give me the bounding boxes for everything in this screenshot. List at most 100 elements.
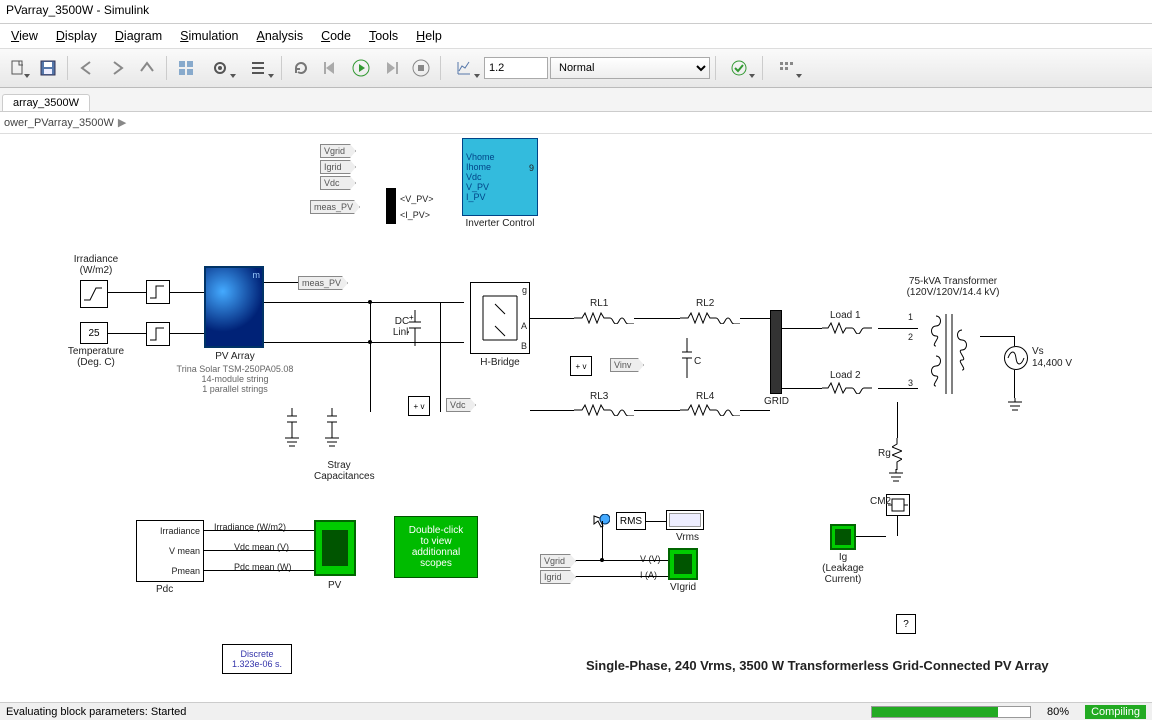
info-block[interactable]: Double-click to view additionnal scopes bbox=[394, 516, 478, 578]
fast-restart-button[interactable] bbox=[721, 54, 757, 82]
stop-icon bbox=[412, 59, 430, 77]
port-label: Ihome bbox=[466, 162, 491, 172]
help-block[interactable]: ? bbox=[896, 614, 916, 634]
progress-percent: 80% bbox=[1047, 706, 1069, 718]
rate-transition-block-1[interactable] bbox=[146, 280, 170, 304]
status-message: Evaluating block parameters: Started bbox=[6, 706, 186, 718]
goto-tag-meas-pv[interactable]: meas_PV bbox=[298, 276, 348, 290]
save-button[interactable] bbox=[34, 54, 62, 82]
forward-button[interactable] bbox=[103, 54, 131, 82]
progress-bar bbox=[871, 706, 1031, 718]
stop-time-input[interactable] bbox=[484, 57, 548, 79]
menu-analysis[interactable]: Analysis bbox=[248, 27, 313, 45]
menu-simulation[interactable]: Simulation bbox=[171, 27, 247, 45]
ig-scope-block[interactable] bbox=[830, 524, 856, 550]
menu-help[interactable]: Help bbox=[407, 27, 451, 45]
pv-scope-block[interactable] bbox=[314, 520, 356, 576]
block-label: RL4 bbox=[696, 391, 714, 402]
model-tab-bar: array_3500W bbox=[0, 88, 1152, 112]
step-forward-button[interactable] bbox=[377, 54, 405, 82]
transformer-block[interactable] bbox=[918, 310, 980, 398]
port-label: Irradiance bbox=[160, 526, 200, 536]
inverter-control-block[interactable]: Vhome Ihome Vdc V_PV I_PV 9 bbox=[462, 138, 538, 216]
irradiance-source-block[interactable] bbox=[80, 280, 108, 308]
port-label: Vdc bbox=[466, 172, 482, 182]
from-tag-vdc[interactable]: Vdc bbox=[320, 176, 356, 190]
temperature-constant-block[interactable]: 25 bbox=[80, 322, 108, 344]
back-button[interactable] bbox=[73, 54, 101, 82]
menu-tools[interactable]: Tools bbox=[360, 27, 407, 45]
sim-data-inspector-button[interactable] bbox=[446, 54, 482, 82]
rl1-block[interactable] bbox=[574, 312, 634, 324]
block-label: RL1 bbox=[590, 298, 608, 309]
simulink-canvas[interactable]: Vgrid Igrid Vdc meas_PV <V_PV> <I_PV> Vh… bbox=[0, 134, 1152, 702]
voltage-sensor-vinv[interactable]: + v bbox=[570, 356, 592, 376]
blocks-icon bbox=[177, 59, 195, 77]
build-button[interactable] bbox=[768, 54, 804, 82]
load1-block[interactable] bbox=[822, 322, 882, 334]
model-explorer-button[interactable] bbox=[240, 54, 276, 82]
menu-code[interactable]: Code bbox=[312, 27, 360, 45]
block-label: Vs bbox=[1032, 346, 1044, 357]
model-tab[interactable]: array_3500W bbox=[2, 94, 90, 111]
run-button[interactable] bbox=[347, 54, 375, 82]
c-block[interactable] bbox=[682, 338, 692, 378]
goto-tag-vdc[interactable]: Vdc bbox=[446, 398, 476, 412]
pdc-block[interactable]: Irradiance V mean Pmean bbox=[136, 520, 204, 582]
port-label: Vhome bbox=[466, 152, 495, 162]
rms-block[interactable]: RMS bbox=[616, 512, 646, 530]
from-tag-igrid[interactable]: Igrid bbox=[320, 160, 356, 174]
step-back-icon bbox=[322, 59, 340, 77]
breadcrumb-item[interactable]: ower_PVarray_3500W bbox=[4, 117, 114, 129]
ground-icon bbox=[886, 469, 906, 483]
rl2-block[interactable] bbox=[680, 312, 740, 324]
port-label: Pmean bbox=[171, 566, 200, 576]
ground-icon bbox=[282, 434, 302, 448]
capacitor-block[interactable] bbox=[327, 408, 337, 436]
block-label: RL3 bbox=[590, 391, 608, 402]
signal-label: <I_PV> bbox=[400, 210, 430, 220]
new-model-button[interactable] bbox=[4, 54, 32, 82]
block-label: 14,400 V bbox=[1032, 358, 1072, 369]
block-label: PV bbox=[328, 580, 341, 591]
up-button[interactable] bbox=[133, 54, 161, 82]
port-label: m bbox=[253, 270, 261, 280]
simulation-mode-select[interactable]: Normal bbox=[550, 57, 710, 79]
rg-block[interactable] bbox=[892, 438, 902, 470]
load2-block[interactable] bbox=[822, 382, 882, 394]
dc-link-cap[interactable]: + bbox=[409, 310, 421, 346]
pv-array-block[interactable]: m bbox=[204, 266, 264, 348]
bus-selector-block[interactable] bbox=[386, 188, 396, 224]
step-icon bbox=[148, 282, 168, 302]
rl3-block[interactable] bbox=[574, 404, 634, 416]
block-label: Temperature (Deg. C) bbox=[58, 346, 134, 368]
breadcrumb-bar: ower_PVarray_3500W ▶ bbox=[0, 112, 1152, 134]
powergui-block[interactable]: Discrete 1.323e-06 s. bbox=[222, 644, 292, 674]
goto-tag-vinv[interactable]: Vinv bbox=[610, 358, 644, 372]
from-tag-vgrid-2[interactable]: Vgrid bbox=[540, 554, 576, 568]
rl4-block[interactable] bbox=[680, 404, 740, 416]
model-config-button[interactable] bbox=[202, 54, 238, 82]
vs-source-block[interactable] bbox=[1004, 346, 1028, 370]
from-tag-vgrid[interactable]: Vgrid bbox=[320, 144, 356, 158]
menu-display[interactable]: Display bbox=[47, 27, 106, 45]
block-label: RL2 bbox=[696, 298, 714, 309]
update-diagram-button[interactable] bbox=[287, 54, 315, 82]
from-tag-meas-pv[interactable]: meas_PV bbox=[310, 200, 360, 214]
voltage-sensor-vdc[interactable]: + v bbox=[408, 396, 430, 416]
from-tag-igrid-2[interactable]: Igrid bbox=[540, 570, 576, 584]
arrow-left-icon bbox=[78, 59, 96, 77]
menu-diagram[interactable]: Diagram bbox=[106, 27, 171, 45]
port-label: I_PV bbox=[466, 192, 486, 202]
rate-transition-block-2[interactable] bbox=[146, 322, 170, 346]
block-label: Inverter Control bbox=[462, 218, 538, 229]
display-block[interactable] bbox=[666, 510, 704, 530]
h-bridge-block[interactable]: g A B bbox=[470, 282, 530, 354]
stop-button[interactable] bbox=[407, 54, 435, 82]
grid-bus-block[interactable] bbox=[770, 310, 782, 394]
menu-view[interactable]: View bbox=[2, 27, 47, 45]
library-browser-button[interactable] bbox=[172, 54, 200, 82]
capacitor-block[interactable] bbox=[287, 408, 297, 436]
vigrid-scope-block[interactable] bbox=[668, 548, 698, 580]
step-back-button[interactable] bbox=[317, 54, 345, 82]
